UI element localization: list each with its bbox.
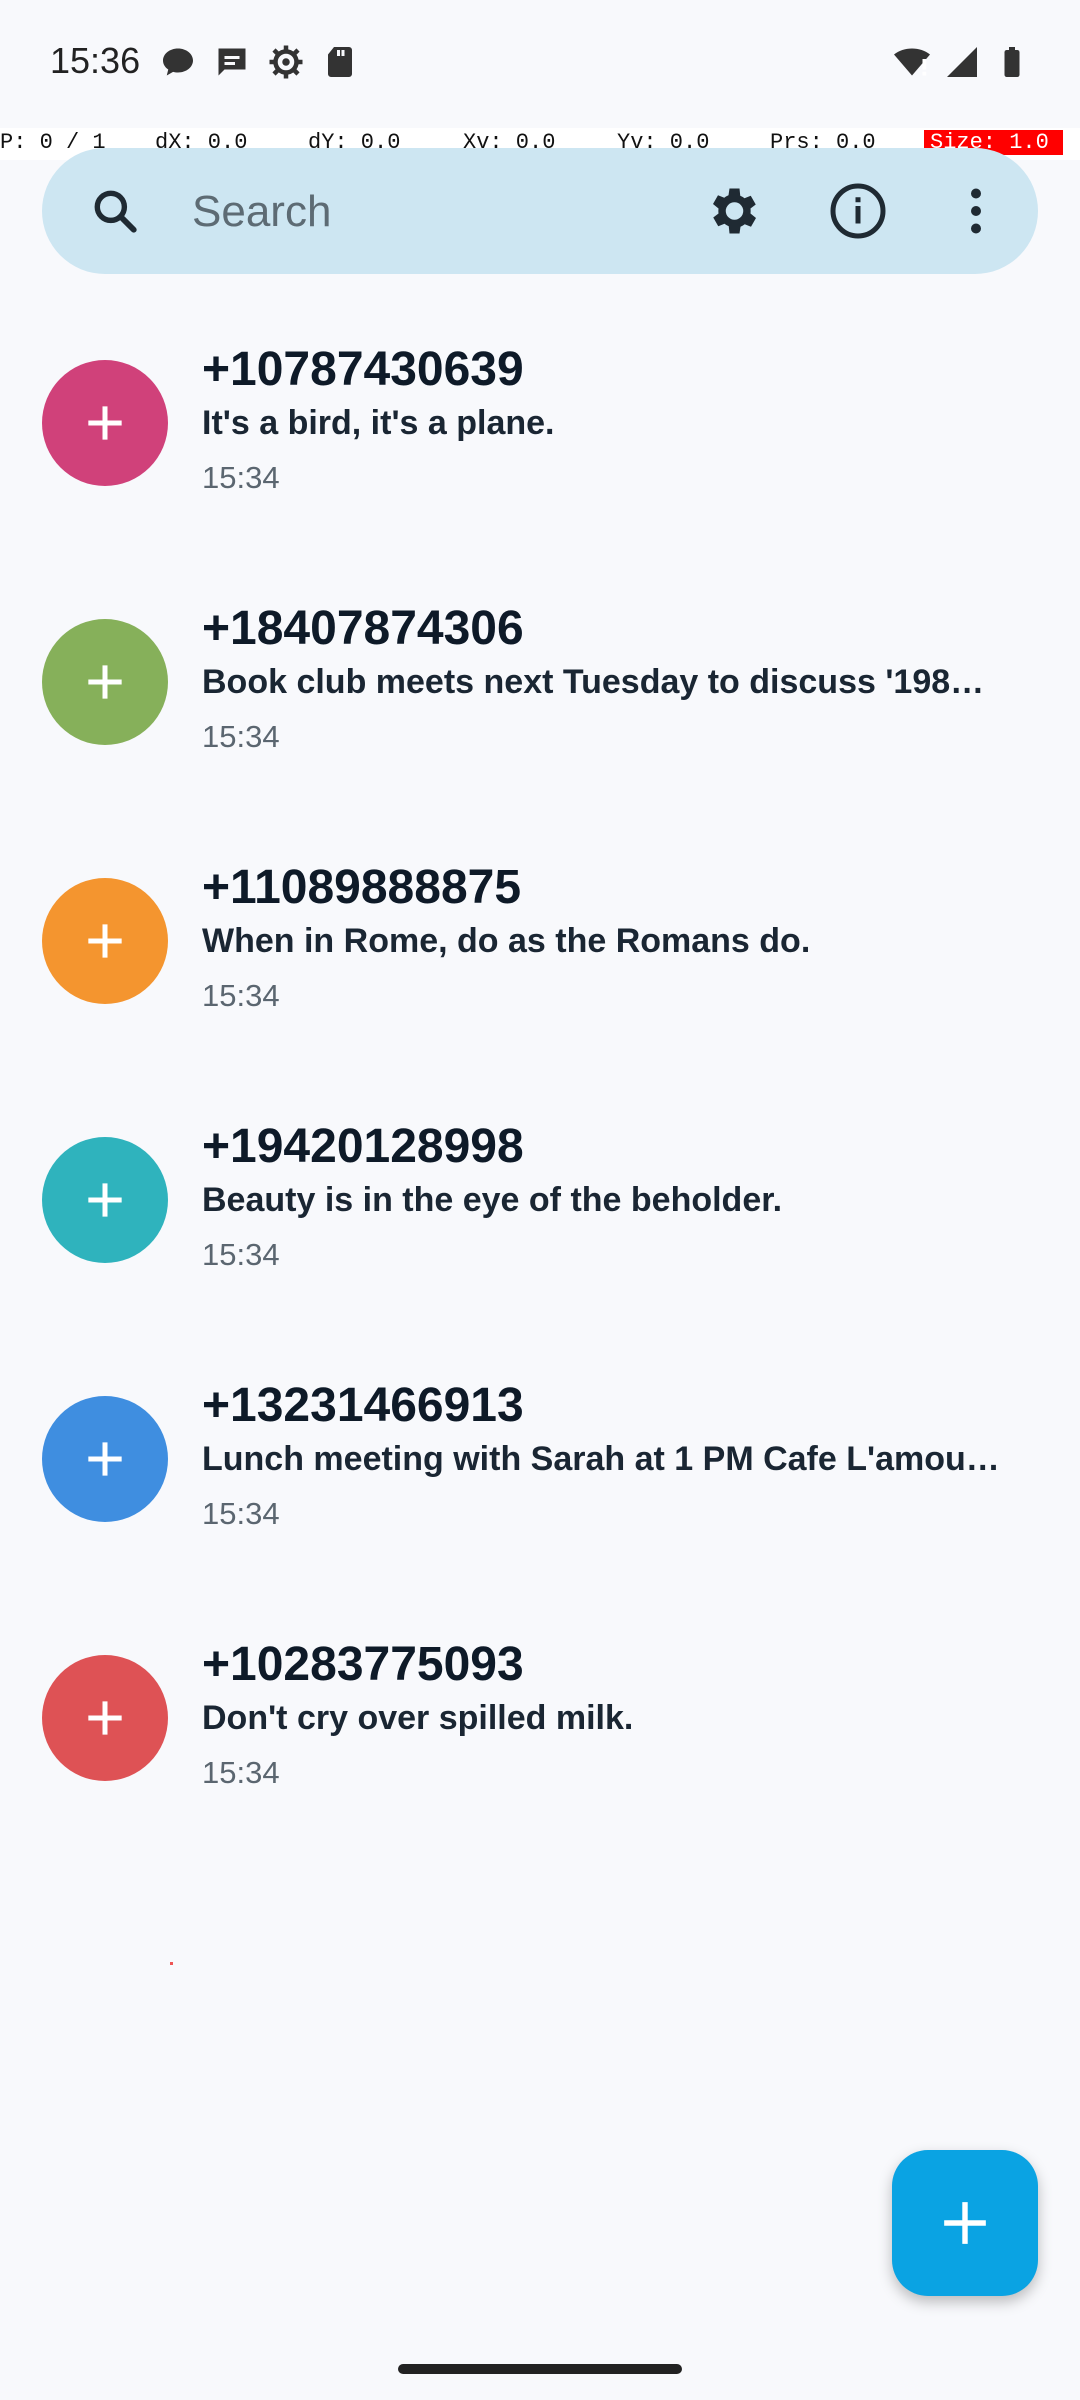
new-conversation-button[interactable]: [892, 2150, 1038, 2296]
avatar[interactable]: [42, 360, 168, 486]
status-time: 15:36: [50, 40, 141, 81]
plus-icon: [88, 665, 122, 699]
avatar[interactable]: [42, 1655, 168, 1781]
conversation-snippet: When in Rome, do as the Romans do.: [202, 922, 811, 960]
info-icon[interactable]: [828, 181, 888, 241]
plus-icon: [88, 924, 122, 958]
conversation-name: +18407874306: [202, 602, 524, 655]
conversation-snippet: Beauty is in the eye of the beholder.: [202, 1181, 783, 1219]
avatar[interactable]: [42, 878, 168, 1004]
conversation-snippet: Book club meets next Tuesday to discuss …: [202, 663, 1002, 701]
conversation-time: 15:34: [202, 978, 280, 1013]
navigation-handle[interactable]: [398, 2364, 682, 2374]
conversation-snippet: Lunch meeting with Sarah at 1 PM Cafe L'…: [202, 1440, 1002, 1478]
conversation-item[interactable]: +13231466913 Lunch meeting with Sarah at…: [0, 1336, 1080, 1595]
conversation-item[interactable]: +10283775093 Don't cry over spilled milk…: [0, 1595, 1080, 1854]
status-bar: 15:36: [0, 0, 1080, 128]
sms-icon: [218, 48, 246, 76]
conversation-name: +19420128998: [202, 1120, 524, 1173]
settings-icon[interactable]: [702, 181, 762, 241]
settings-gear-icon: [269, 45, 303, 79]
sd-card-icon: [328, 47, 352, 77]
conversation-time: 15:34: [202, 460, 280, 495]
conversation-name: +13231466913: [202, 1379, 524, 1432]
conversation-item[interactable]: +11089888875 When in Rome, do as the Rom…: [0, 818, 1080, 1077]
avatar[interactable]: [42, 619, 168, 745]
conversation-time: 15:34: [202, 1237, 280, 1272]
more-options-icon[interactable]: [946, 181, 1006, 241]
battery-icon: [1004, 47, 1020, 77]
search-icon[interactable]: [90, 186, 140, 236]
conversation-time: 15:34: [202, 1755, 280, 1790]
conversation-list: +10787430639 It's a bird, it's a plane. …: [0, 300, 1080, 1854]
conversation-name: +10283775093: [202, 1638, 524, 1691]
conversation-name: +11089888875: [202, 861, 522, 914]
notification-icons: [160, 44, 358, 80]
conversation-snippet: It's a bird, it's a plane.: [202, 404, 555, 442]
plus-icon: [944, 2202, 986, 2244]
conversation-item[interactable]: +18407874306 Book club meets next Tuesda…: [0, 559, 1080, 818]
conversation-item[interactable]: +19420128998 Beauty is in the eye of the…: [0, 1077, 1080, 1336]
search-input[interactable]: [190, 176, 694, 248]
plus-icon: [88, 1442, 122, 1476]
conversation-snippet: Don't cry over spilled milk.: [202, 1699, 634, 1737]
conversation-item[interactable]: +10787430639 It's a bird, it's a plane. …: [0, 300, 1080, 559]
avatar[interactable]: [42, 1396, 168, 1522]
touch-indicator: [170, 1962, 173, 1965]
avatar[interactable]: [42, 1137, 168, 1263]
search-bar[interactable]: [42, 148, 1038, 274]
conversation-time: 15:34: [202, 1496, 280, 1531]
chat-bubble-icon: [163, 48, 193, 76]
conversation-name: +10787430639: [202, 343, 524, 396]
plus-icon: [88, 1183, 122, 1217]
signal-icon: [947, 47, 977, 77]
wifi-icon: [894, 48, 930, 76]
plus-icon: [88, 406, 122, 440]
conversation-time: 15:34: [202, 719, 280, 754]
system-icons: [894, 44, 1030, 80]
plus-icon: [88, 1701, 122, 1735]
